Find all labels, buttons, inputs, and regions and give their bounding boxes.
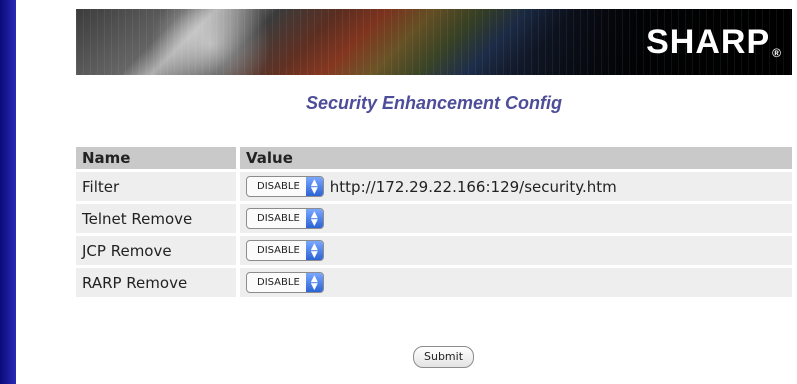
telnet-remove-select[interactable]: DISABLE ▲ ▼ (246, 208, 324, 229)
jcp-remove-select[interactable]: DISABLE ▲ ▼ (246, 240, 324, 261)
table-row: JCP Remove DISABLE ▲ ▼ (76, 236, 792, 265)
select-arrows-icon: ▲ ▼ (305, 241, 323, 260)
config-table: Name Value Filter DISABLE ▲ ▼ http://172.… (76, 144, 792, 300)
registered-mark: ® (772, 46, 782, 60)
row-label-filter: Filter (76, 172, 240, 201)
banner-glow (146, 9, 276, 75)
sharp-logo: SHARP ® (646, 23, 782, 62)
row-value: DISABLE ▲ ▼ (240, 204, 792, 233)
submit-button[interactable]: Submit (413, 346, 475, 368)
select-arrows-icon: ▲ ▼ (305, 273, 323, 292)
filter-select[interactable]: DISABLE ▲ ▼ (246, 176, 324, 197)
select-value: DISABLE (257, 277, 300, 288)
header-banner: SHARP ® (76, 9, 792, 75)
row-value: DISABLE ▲ ▼ http://172.29.22.166:129/secu… (240, 172, 792, 201)
table-row: RARP Remove DISABLE ▲ ▼ (76, 268, 792, 297)
select-arrows-icon: ▲ ▼ (305, 177, 323, 196)
rarp-remove-select[interactable]: DISABLE ▲ ▼ (246, 272, 324, 293)
header-name: Name (76, 147, 240, 169)
table-row: Filter DISABLE ▲ ▼ http://172.29.22.166:1… (76, 172, 792, 201)
security-url: http://172.29.22.166:129/security.htm (329, 177, 617, 196)
page-title: Security Enhancement Config (305, 93, 563, 113)
row-label-jcp-remove: JCP Remove (76, 236, 240, 265)
select-arrows-icon: ▲ ▼ (305, 209, 323, 228)
select-value: DISABLE (257, 213, 300, 224)
row-value: DISABLE ▲ ▼ (240, 236, 792, 265)
row-label-rarp-remove: RARP Remove (76, 268, 240, 297)
row-value: DISABLE ▲ ▼ (240, 268, 792, 297)
select-value: DISABLE (257, 245, 300, 256)
window-edge (0, 0, 16, 384)
row-label-telnet-remove: Telnet Remove (76, 204, 240, 233)
logo-text: SHARP (646, 23, 771, 61)
select-value: DISABLE (257, 181, 300, 192)
table-row: Telnet Remove DISABLE ▲ ▼ (76, 204, 792, 233)
table-header-row: Name Value (76, 147, 792, 169)
header-value: Value (240, 147, 792, 169)
content-panel: SHARP ® Security Enhancement Config Name … (16, 0, 797, 384)
